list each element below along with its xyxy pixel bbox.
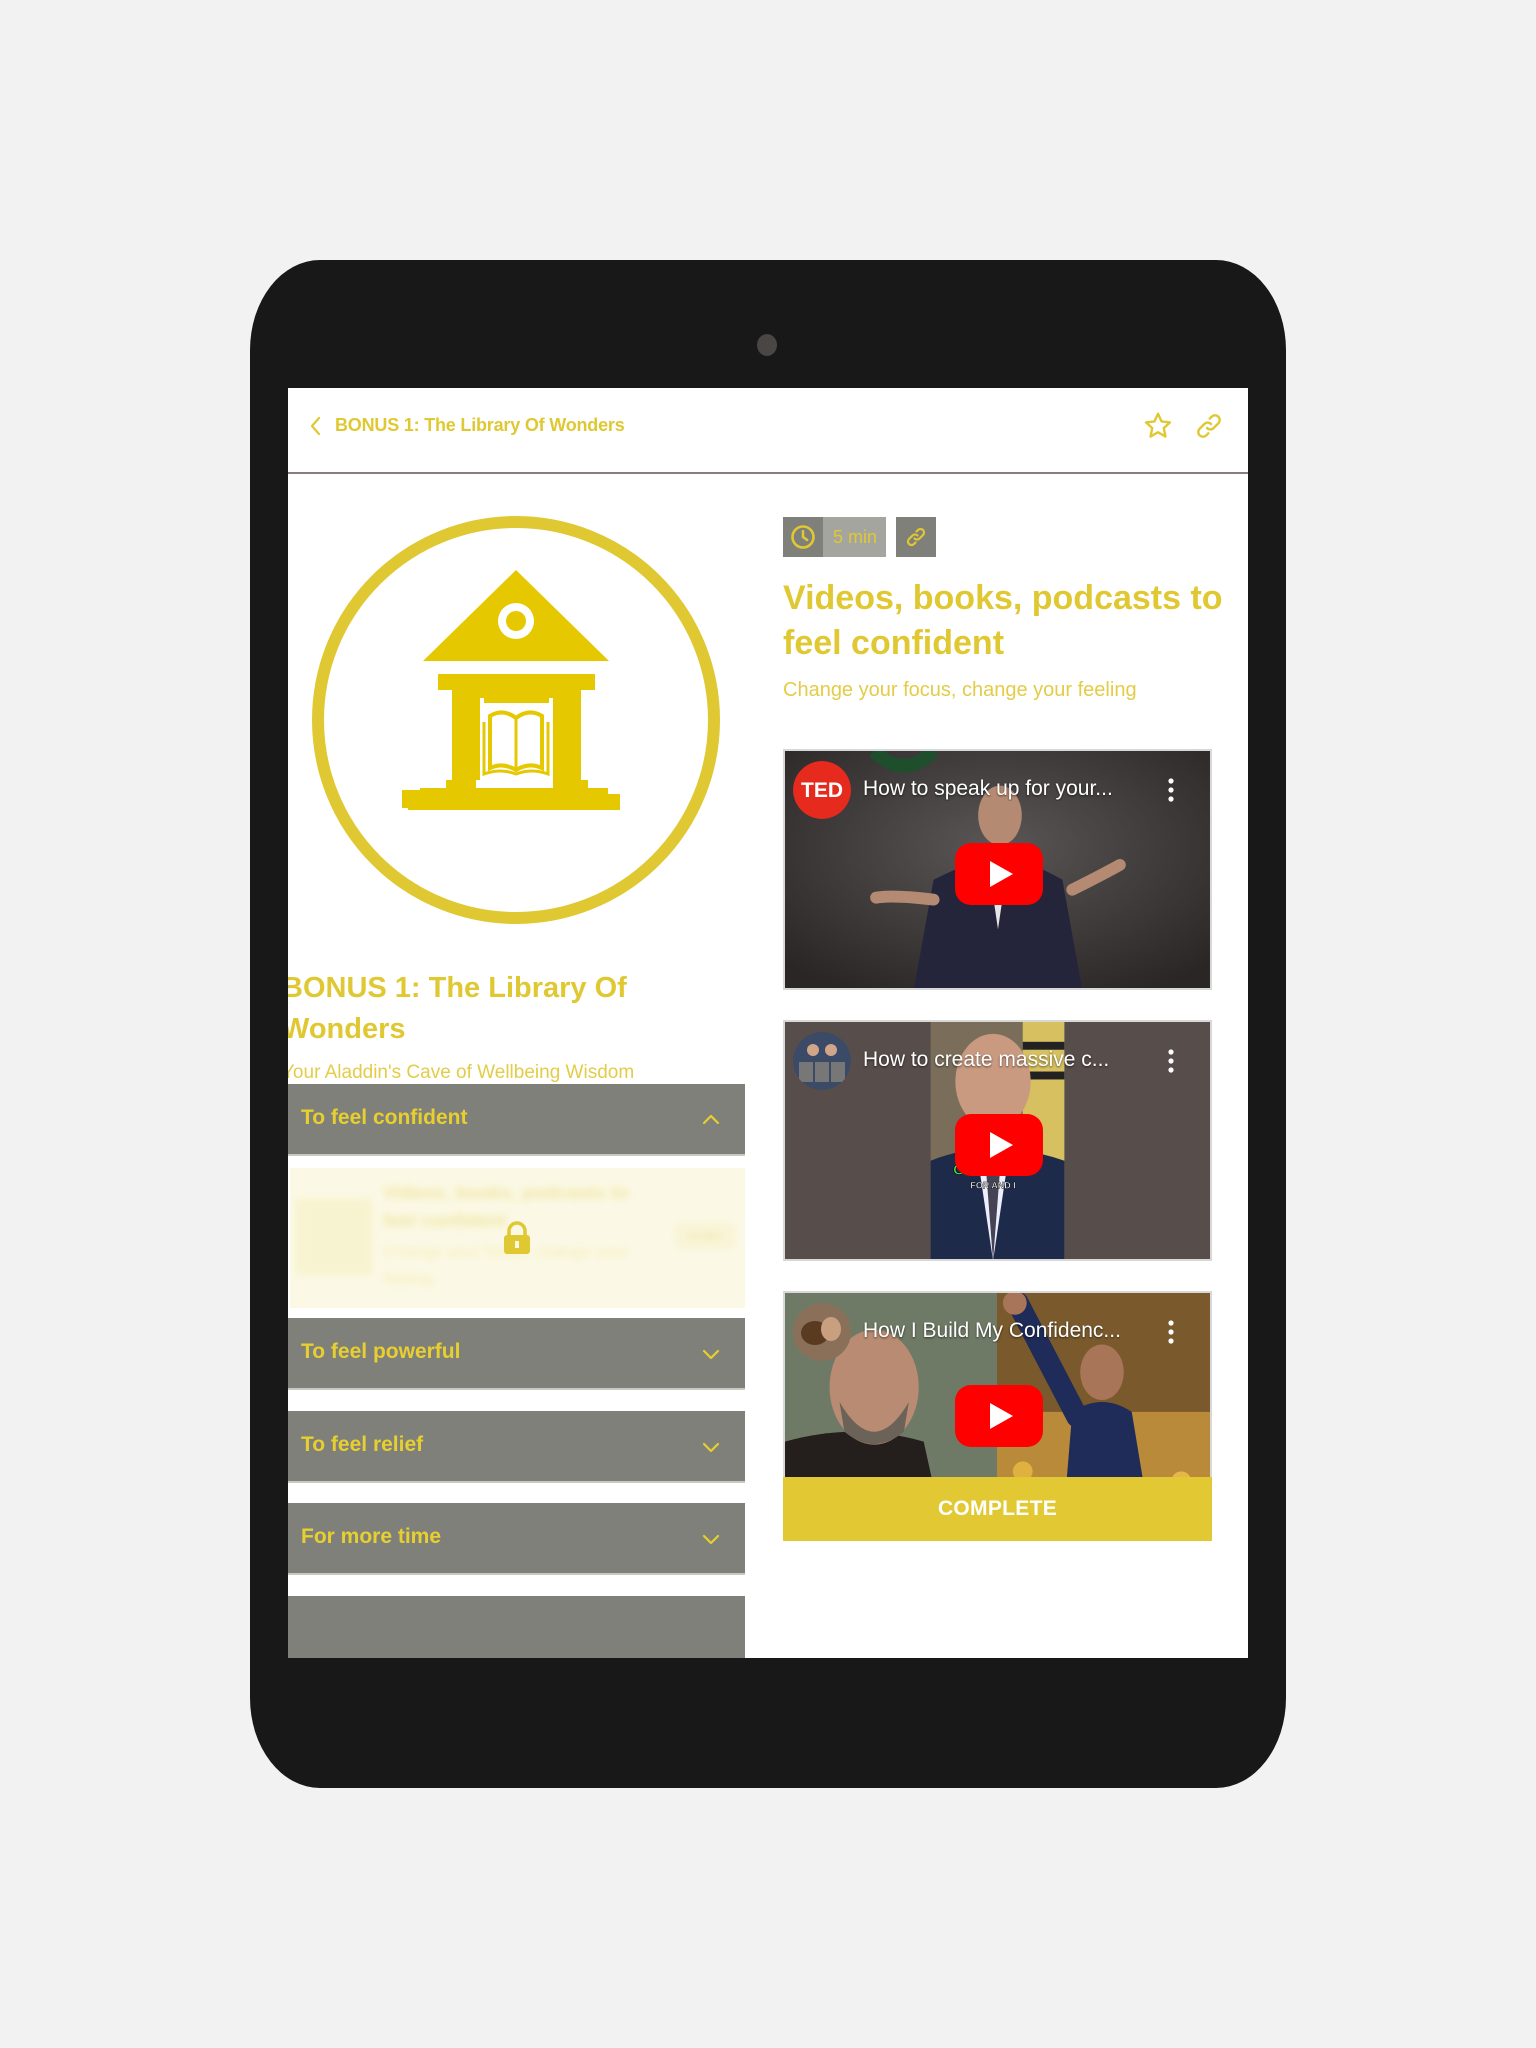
accordion-label: To feel confident bbox=[301, 1106, 468, 1129]
accordion-to-feel-powerful[interactable]: To feel powerful bbox=[288, 1318, 745, 1390]
channel-avatar bbox=[793, 1303, 851, 1361]
accordion-to-feel-confident[interactable]: To feel confident bbox=[288, 1084, 745, 1156]
more-vertical-icon[interactable] bbox=[1161, 777, 1181, 803]
chevron-down-icon bbox=[702, 1442, 720, 1453]
video-title: How to create massive c... bbox=[863, 1048, 1110, 1071]
link-icon[interactable] bbox=[1193, 410, 1225, 442]
course-panel: BONUS 1: The Library Of Wonders Your Ala… bbox=[288, 476, 745, 1658]
chevron-left-icon[interactable] bbox=[304, 414, 328, 438]
course-title: BONUS 1: The Library Of Wonders bbox=[288, 972, 627, 1045]
accordion-label: For more time bbox=[301, 1525, 442, 1548]
youtube-play-icon[interactable] bbox=[955, 1385, 1043, 1447]
duration-text: 5 min bbox=[823, 517, 887, 557]
svg-text:FOR AND I: FOR AND I bbox=[970, 1180, 1015, 1190]
top-app-bar: BONUS 1: The Library Of Wonders bbox=[288, 388, 1248, 474]
more-vertical-icon[interactable] bbox=[1161, 1319, 1181, 1345]
video-title: How to speak up for your... bbox=[863, 777, 1113, 800]
chevron-down-icon bbox=[702, 1349, 720, 1360]
accordion-label: To feel relief bbox=[301, 1433, 424, 1456]
app-screen: BONUS 1: The Library Of Wonders BONUS 1:… bbox=[288, 388, 1248, 1658]
duration-badge: 5 min bbox=[783, 517, 887, 557]
course-subtitle: Your Aladdin's Cave of Wellbeing Wisdom bbox=[288, 1062, 635, 1083]
accordion-next-section[interactable] bbox=[288, 1596, 745, 1658]
youtube-play-icon[interactable] bbox=[955, 843, 1043, 905]
lock-icon bbox=[504, 1221, 530, 1254]
video-title: How I Build My Confidenc... bbox=[863, 1319, 1121, 1342]
more-vertical-icon[interactable] bbox=[1161, 1048, 1181, 1074]
ted-channel-avatar: TED bbox=[793, 761, 851, 819]
lesson-panel: 5 min Videos, books, podcasts to feel co… bbox=[765, 476, 1248, 1658]
youtube-play-icon[interactable] bbox=[955, 1114, 1043, 1176]
accordion-to-feel-relief[interactable]: To feel relief bbox=[288, 1411, 745, 1483]
video-embed[interactable]: GRATEFUL FOR AND I How to create massive… bbox=[783, 1020, 1212, 1261]
front-camera bbox=[757, 334, 777, 356]
lesson-meta-badges: 5 min bbox=[783, 517, 937, 557]
accordion-for-more-time[interactable]: For more time bbox=[288, 1503, 745, 1575]
video-embed[interactable]: TED How to speak up for your... bbox=[783, 749, 1212, 990]
lesson-thumbnail bbox=[295, 1198, 373, 1276]
accordion-label: To feel powerful bbox=[301, 1340, 461, 1363]
svg-text:TED: TED bbox=[801, 779, 843, 802]
channel-avatar bbox=[793, 1032, 851, 1090]
header-title[interactable]: BONUS 1: The Library Of Wonders bbox=[335, 415, 625, 436]
locked-lesson-item[interactable]: Videos, books, podcasts to feel confiden… bbox=[290, 1168, 745, 1308]
lesson-subtitle: Change your focus, change your feeling bbox=[783, 679, 1137, 701]
clock-icon bbox=[791, 525, 815, 549]
complete-button[interactable]: COMPLETE bbox=[783, 1477, 1212, 1541]
star-outline-icon[interactable] bbox=[1142, 410, 1174, 442]
lesson-item-duration: 5 min bbox=[675, 1223, 735, 1249]
chevron-up-icon bbox=[702, 1114, 720, 1125]
library-book-icon bbox=[312, 516, 720, 924]
link-icon bbox=[906, 527, 926, 547]
duration-icon-box bbox=[783, 517, 823, 557]
lesson-link-button[interactable] bbox=[896, 517, 937, 557]
chevron-down-icon bbox=[702, 1534, 720, 1545]
lesson-title: Videos, books, podcasts to feel confiden… bbox=[783, 579, 1223, 662]
